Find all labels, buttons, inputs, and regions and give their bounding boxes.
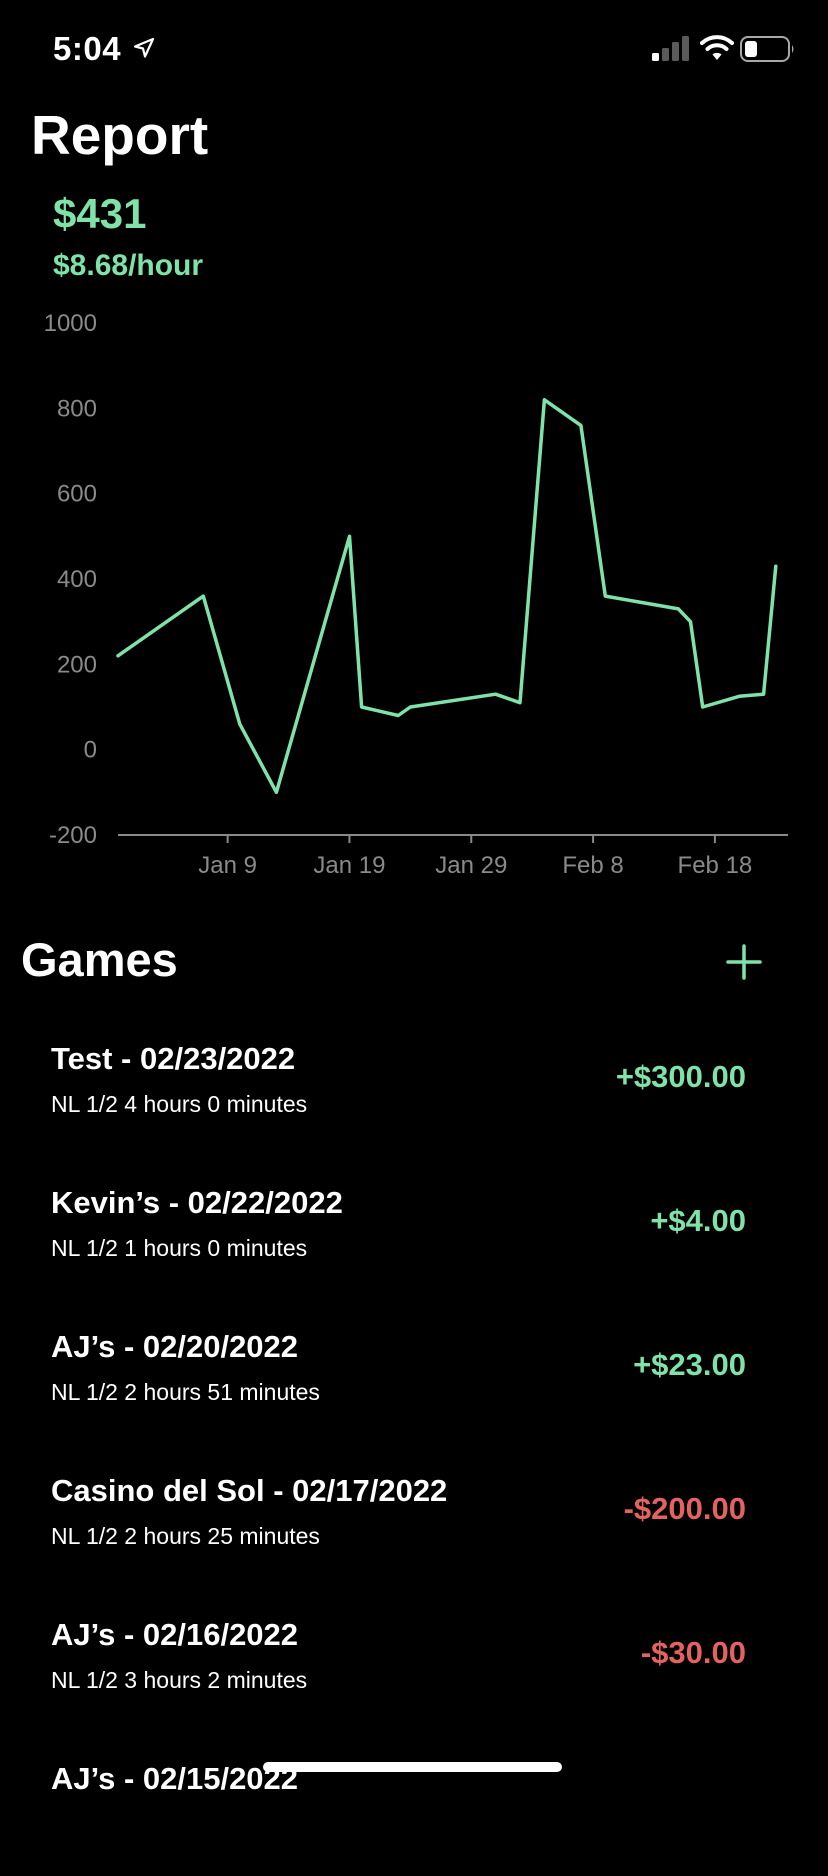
game-row[interactable]: Kevin’s - 02/22/2022 NL 1/2 1 hours 0 min… bbox=[0, 1156, 828, 1300]
wifi-icon bbox=[700, 35, 734, 60]
total-profit: $431 bbox=[53, 190, 147, 237]
game-amount: -$30.00 bbox=[640, 1635, 746, 1670]
battery-icon bbox=[740, 36, 794, 62]
game-amount: +$23.00 bbox=[633, 1347, 746, 1382]
game-row[interactable]: AJ’s - 02/20/2022 NL 1/2 2 hours 51 minut… bbox=[0, 1300, 828, 1444]
game-detail: NL 1/2 2 hours 51 minutes bbox=[51, 1379, 320, 1405]
game-name: AJ’s - 02/15/2022 bbox=[51, 1761, 299, 1796]
add-game-button[interactable] bbox=[724, 942, 764, 982]
location-arrow-icon bbox=[133, 37, 155, 58]
profit-line bbox=[116, 398, 778, 795]
game-detail: NL 1/2 2 hours 25 minutes bbox=[51, 1523, 320, 1549]
game-row[interactable]: AJ’s - 02/15/2022 bbox=[0, 1732, 828, 1876]
game-name: Test - 02/23/2022 bbox=[51, 1041, 296, 1076]
y-tick-label: 0 bbox=[84, 737, 97, 764]
y-tick-label: 1000 bbox=[44, 310, 97, 337]
home-indicator[interactable] bbox=[263, 1762, 562, 1772]
y-tick-label: 400 bbox=[57, 566, 97, 593]
game-detail: NL 1/2 1 hours 0 minutes bbox=[51, 1235, 308, 1261]
game-row[interactable]: AJ’s - 02/16/2022 NL 1/2 3 hours 2 minute… bbox=[0, 1588, 828, 1732]
game-row[interactable]: Test - 02/23/2022 NL 1/2 4 hours 0 minute… bbox=[0, 1012, 828, 1156]
game-amount: -$200.00 bbox=[623, 1491, 746, 1526]
game-row[interactable]: Casino del Sol - 02/17/2022 NL 1/2 2 hour… bbox=[0, 1444, 828, 1588]
games-list: Test - 02/23/2022 NL 1/2 4 hours 0 minute… bbox=[0, 1012, 828, 1876]
game-name: AJ’s - 02/20/2022 bbox=[51, 1329, 299, 1364]
game-detail: NL 1/2 3 hours 2 minutes bbox=[51, 1667, 308, 1693]
y-tick-label: 200 bbox=[57, 651, 97, 678]
x-tick-label: Jan 19 bbox=[313, 852, 385, 879]
game-name: Kevin’s - 02/22/2022 bbox=[51, 1185, 343, 1220]
x-tick-label: Jan 29 bbox=[435, 852, 507, 879]
hourly-rate: $8.68/hour bbox=[53, 249, 204, 282]
games-title: Games bbox=[21, 933, 178, 986]
cellular-signal-icon bbox=[652, 36, 689, 61]
profit-chart: 1000 800 600 400 200 0 -200 Jan 9 Jan 19 Jan 29 Fe… bbox=[44, 310, 788, 879]
game-name: AJ’s - 02/16/2022 bbox=[51, 1617, 299, 1652]
x-tick-label: Feb 8 bbox=[562, 852, 623, 879]
status-bar: 5:04 bbox=[0, 0, 828, 100]
plus-icon bbox=[726, 944, 762, 980]
x-tick-label: Feb 18 bbox=[678, 852, 753, 879]
page-title: Report bbox=[31, 104, 209, 166]
y-tick-label: -200 bbox=[49, 822, 97, 849]
status-time: 5:04 bbox=[53, 30, 122, 67]
game-name: Casino del Sol - 02/17/2022 bbox=[51, 1473, 448, 1508]
y-tick-label: 800 bbox=[57, 395, 97, 422]
x-tick-label: Jan 9 bbox=[198, 852, 257, 879]
game-amount: +$4.00 bbox=[650, 1203, 746, 1238]
game-detail: NL 1/2 4 hours 0 minutes bbox=[51, 1091, 308, 1117]
game-amount: +$300.00 bbox=[615, 1059, 746, 1094]
y-tick-label: 600 bbox=[57, 481, 97, 508]
